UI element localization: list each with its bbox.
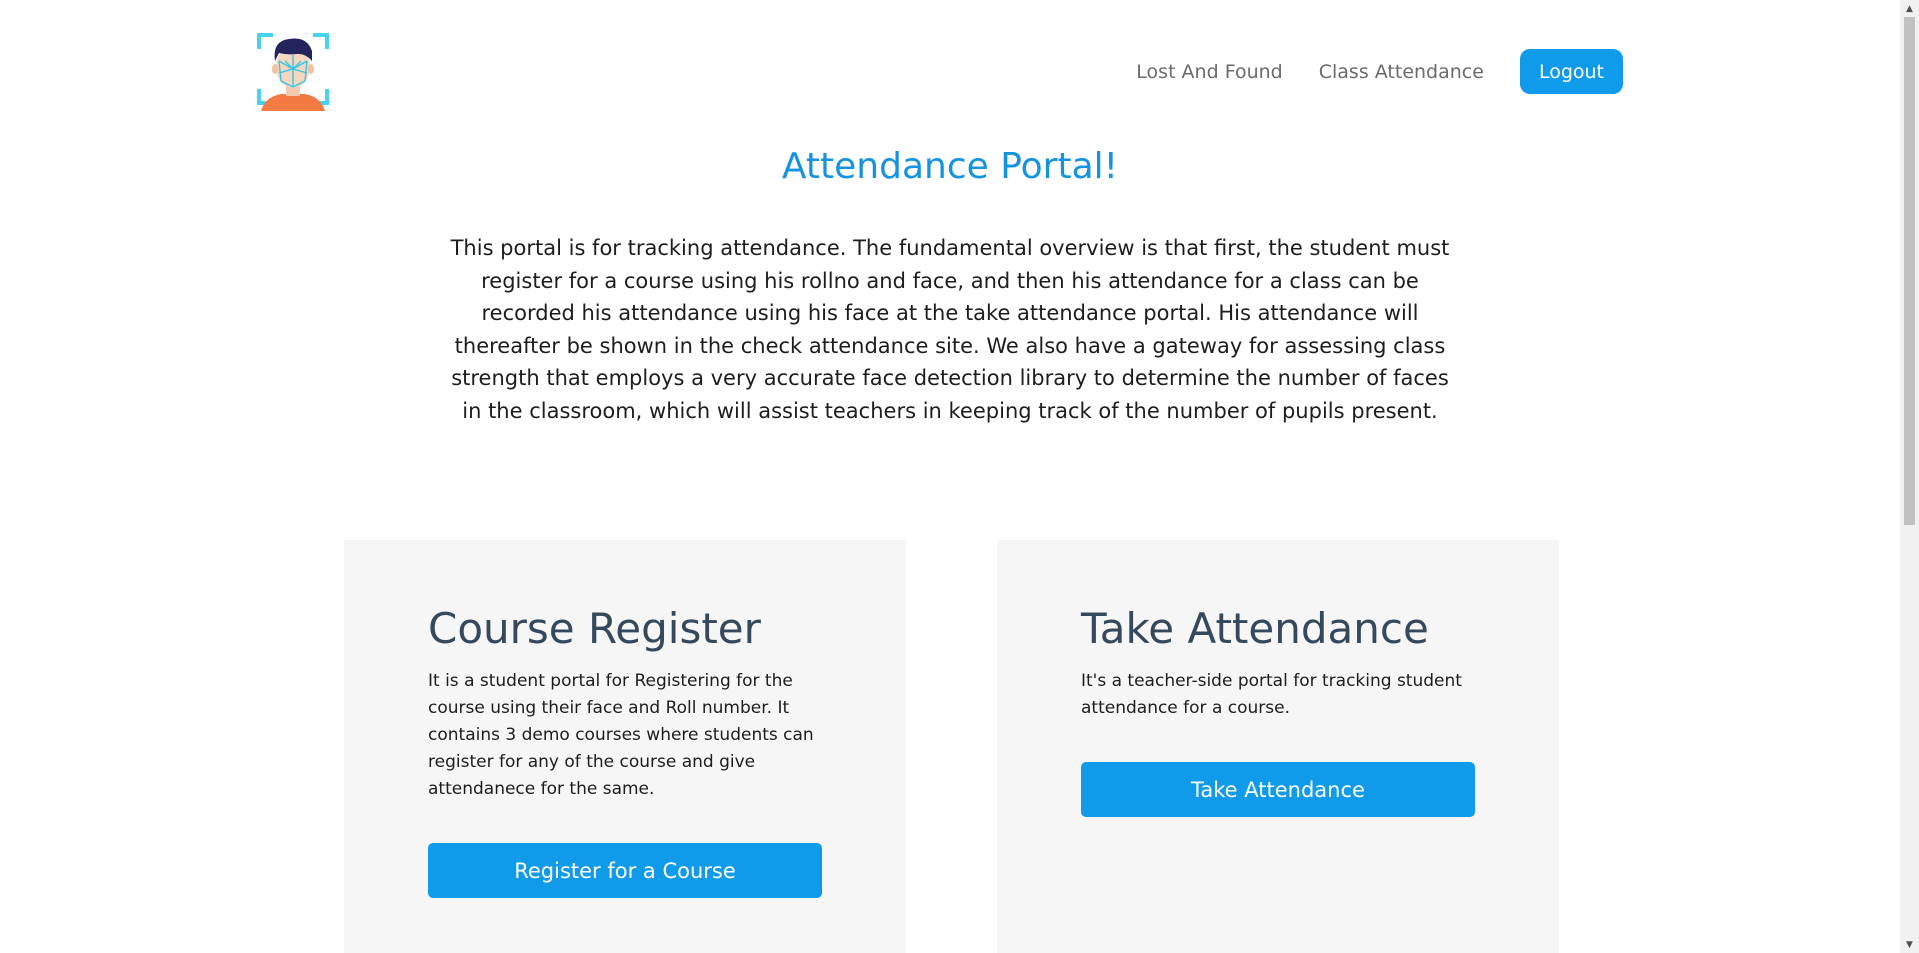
take-attendance-card: Take Attendance It's a teacher-side port… bbox=[997, 540, 1559, 953]
logout-button[interactable]: Logout bbox=[1519, 49, 1623, 94]
nav-class-attendance[interactable]: Class Attendance bbox=[1319, 50, 1484, 94]
card-description: It is a student portal for Registering f… bbox=[428, 671, 814, 799]
top-nav: Lost And Found Class Attendance Logout bbox=[1136, 49, 1623, 94]
scroll-down-arrow-icon[interactable]: ▼ bbox=[1900, 936, 1919, 953]
card-title: Take Attendance bbox=[1081, 604, 1429, 653]
register-course-button[interactable]: Register for a Course bbox=[428, 843, 822, 898]
intro-paragraph: This portal is for tracking attendance. … bbox=[450, 236, 1450, 423]
card-description: It's a teacher-side portal for tracking … bbox=[1081, 671, 1462, 718]
take-attendance-button[interactable]: Take Attendance bbox=[1081, 762, 1475, 817]
vertical-scrollbar[interactable]: ▲ ▼ bbox=[1900, 0, 1919, 953]
card-title: Course Register bbox=[428, 604, 761, 653]
course-register-card: Course Register It is a student portal f… bbox=[344, 540, 906, 953]
page-title: Attendance Portal! bbox=[781, 146, 1119, 187]
page: Lost And Found Class Attendance Logout A… bbox=[0, 0, 1900, 953]
nav-lost-and-found[interactable]: Lost And Found bbox=[1136, 50, 1282, 94]
face-scan-icon[interactable] bbox=[257, 31, 329, 111]
scroll-up-arrow-icon[interactable]: ▲ bbox=[1900, 0, 1919, 17]
scrollbar-thumb[interactable] bbox=[1904, 17, 1915, 525]
